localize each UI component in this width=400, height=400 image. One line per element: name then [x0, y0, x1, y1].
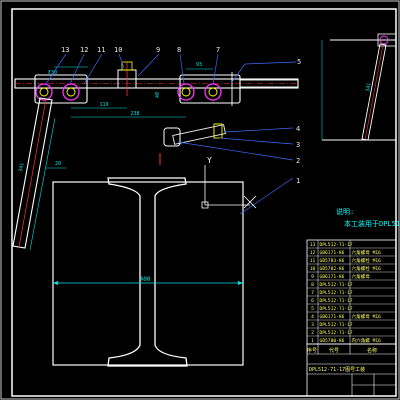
vertical-small-dim-label: 40: [155, 92, 161, 98]
arrow-left-icon: [53, 281, 58, 285]
pivot-mid-outer-icon: [62, 83, 80, 101]
callout-1: 1: [296, 177, 300, 185]
pivot-right2-outer-icon: [204, 83, 222, 101]
callout-4: 4: [296, 125, 300, 133]
parts-table-cell-name: 六角螺母 M16: [352, 249, 382, 256]
parts-table-cell-no: 1: [311, 338, 314, 344]
parts-table-cell-no: 4: [311, 314, 314, 320]
callout-9: 9: [156, 46, 160, 54]
leader-3: [218, 137, 294, 145]
small-left-dim-label: 20: [55, 161, 61, 167]
parts-table-cell-code: GB6171-86: [320, 314, 345, 320]
parts-table-cell-code: DPL512-71-17: [320, 306, 353, 312]
parts-table-cell-no: 13: [310, 242, 316, 248]
parts-table-cell-name: 内六角螺 M16: [352, 337, 382, 344]
parts-table-cell-name: 六角螺母 M16: [352, 313, 382, 320]
parts-table-cell-code: DPL512-71-17: [320, 322, 353, 328]
top-small-dim-label: ξ30: [48, 70, 57, 76]
parts-table-cell-code: GB5782-86: [320, 266, 345, 272]
parts-table-cell-no: 3: [311, 322, 314, 328]
arm-length-dim-label: 341: [18, 162, 25, 172]
parts-table-cell-code: DPL512-71-17: [320, 242, 353, 248]
side-bolt: [172, 124, 227, 145]
top-bar-assembly: [14, 61, 299, 106]
beam-width-dim-label: 400: [140, 276, 151, 283]
callout-10: 10: [114, 46, 122, 54]
parts-table-cell-code: GB6171-86: [320, 274, 345, 280]
callout-8: 8: [177, 46, 181, 54]
pivot-left-inner-icon: [39, 87, 49, 97]
callout-13: 13: [61, 46, 69, 54]
callout-5: 5: [297, 58, 301, 66]
parts-table-cell-no: 8: [311, 282, 314, 288]
i-beam: 400: [52, 177, 244, 367]
notes-block: 说明: 本工装用于DPL512.7: [336, 207, 400, 228]
parts-table-cell-code: DPL512-71-17: [320, 290, 353, 296]
side-view: 341: [321, 33, 397, 141]
beam-section-profile: [107, 177, 188, 367]
parts-table-cell-code: DPL512-71-17: [320, 298, 353, 304]
leader-4: [224, 127, 294, 133]
leader-9: [137, 53, 160, 77]
ucs-y-label: Y: [207, 156, 212, 165]
arrow-right-icon: [238, 281, 243, 285]
left-offset-dim-label: 119: [99, 102, 108, 108]
right-span-dim-label: 93: [196, 62, 202, 68]
callout-3: 3: [296, 141, 300, 149]
callout-7: 7: [216, 46, 220, 54]
callout-11: 11: [97, 46, 105, 54]
parts-table-cell-name: 六角螺栓 M16: [352, 257, 382, 264]
parts-table-cell-no: 5: [311, 306, 314, 312]
callouts: 13 12 11 10 9 8 7 5 4 3 2 1: [45, 46, 301, 215]
left-arm: 341: [12, 97, 56, 251]
parts-table-cell-no: 11: [310, 258, 316, 264]
leader-2: [177, 141, 294, 161]
parts-table-cell-code: DPL512-71-17: [320, 282, 353, 288]
title-block-text: DPL512-71-17图号工装: [309, 366, 365, 373]
parts-table-cell-code: GB6171-86: [320, 250, 345, 256]
parts-table-cell-no: 12: [310, 250, 316, 256]
callout-12: 12: [80, 46, 88, 54]
table-header-col1: 序号: [307, 347, 317, 354]
dimensions-overlay: ξ30 93 40 119 238 20: [46, 62, 213, 169]
pivot-mid-inner-icon: [66, 87, 76, 97]
note-title: 说明:: [336, 207, 354, 216]
leader-10: [118, 53, 125, 69]
callout-2: 2: [296, 157, 300, 165]
parts-table: 13 DPL512-71-1712 GB6171-86 六角螺母 M1611 GB578…: [306, 239, 397, 345]
cad-drawing-canvas: 400 341 ξ30 93 40 119 238 20 13 12 11 10…: [0, 0, 400, 400]
note-line-1: 本工装用于DPL512.7: [344, 219, 400, 228]
pivot-left-outer-icon: [35, 83, 53, 101]
parts-table-cell-no: 7: [311, 290, 314, 296]
pivot-right1-inner-icon: [181, 87, 191, 97]
parts-table-cell-no: 9: [311, 274, 314, 280]
parts-table-cell-code: GB5700-86: [320, 338, 345, 344]
parts-table-cell-code: GB5783-86: [320, 258, 345, 264]
leader-1: [239, 177, 294, 215]
left-span-dim-label: 238: [130, 111, 139, 117]
parts-table-cell-code: DPL512-71-17: [320, 330, 353, 336]
parts-table-cell-no: 2: [311, 330, 314, 336]
table-header-col2: 代号: [329, 347, 339, 354]
table-header-col3: 名称: [367, 347, 377, 354]
pivot-right2-inner-icon: [208, 87, 218, 97]
leader-5-shelf: [244, 61, 297, 65]
left-arm-dim-line: [29, 117, 56, 251]
beam-outline: [52, 181, 244, 366]
title-block: 序号 代号 名称 DPL512-71-17图号工装: [306, 343, 397, 397]
parts-table-cell-no: 6: [311, 298, 314, 304]
parts-table-cell-name: 六角螺母: [352, 273, 371, 280]
parts-table-cell-no: 10: [310, 266, 316, 272]
parts-table-cell-name: 六角螺栓 M16: [352, 265, 382, 272]
